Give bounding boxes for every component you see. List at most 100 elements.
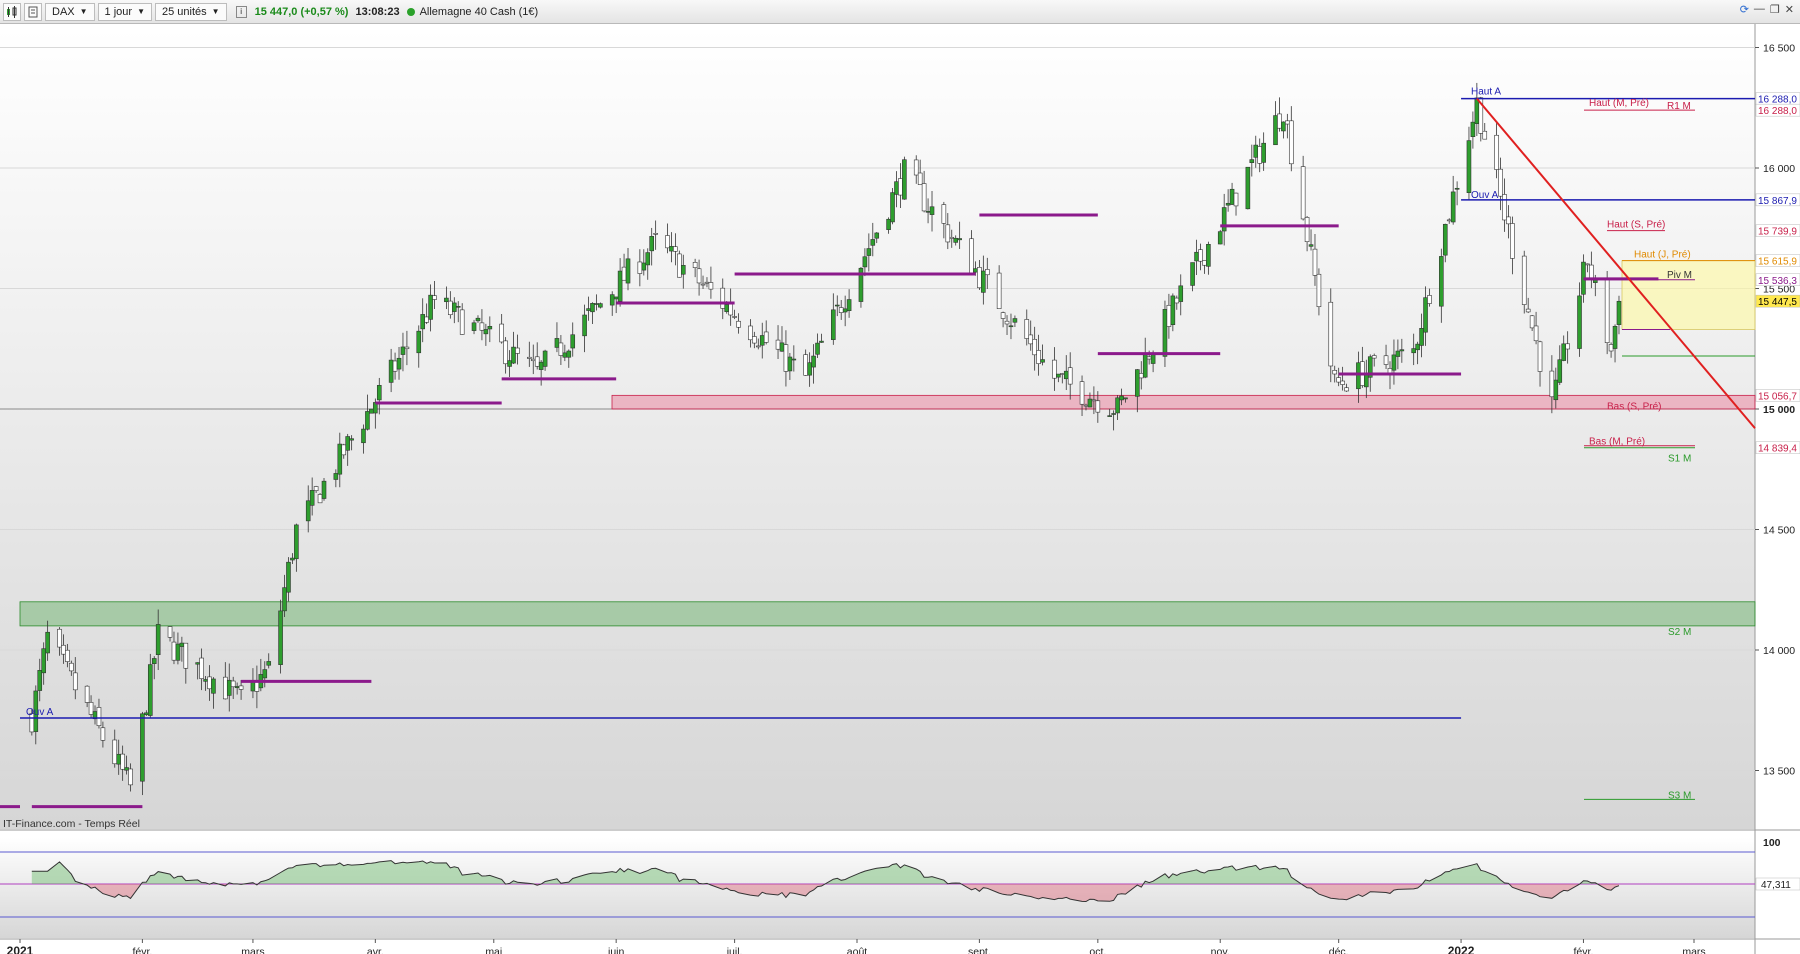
candle-body bbox=[1040, 359, 1045, 363]
candle-body bbox=[613, 296, 619, 300]
candle-body bbox=[641, 262, 647, 271]
settings-icon[interactable] bbox=[24, 2, 42, 21]
candle-body bbox=[282, 587, 287, 612]
candle-body bbox=[625, 258, 631, 284]
candle-body bbox=[1083, 404, 1089, 407]
market-open-indicator bbox=[406, 7, 415, 16]
minimize-icon[interactable]: — bbox=[1754, 3, 1765, 16]
last-price: 15 447,0 bbox=[254, 5, 298, 18]
candle-body bbox=[649, 236, 654, 252]
candle-body bbox=[1565, 343, 1570, 350]
close-icon[interactable]: ✕ bbox=[1785, 3, 1794, 16]
chart-type-icon[interactable] bbox=[3, 2, 21, 21]
candle-body bbox=[1304, 217, 1310, 243]
candle-body bbox=[791, 358, 797, 361]
price-change: (+0,57 %) bbox=[300, 5, 349, 18]
candle-body bbox=[286, 561, 291, 593]
sync-icon[interactable]: ⟳ bbox=[1740, 3, 1749, 16]
y-tick-label: 15 000 bbox=[1763, 404, 1795, 416]
candle-body bbox=[416, 330, 422, 354]
candle-body bbox=[1056, 373, 1061, 378]
candle-body bbox=[981, 270, 986, 293]
candle-body bbox=[1612, 325, 1618, 349]
candle-body bbox=[831, 309, 836, 340]
candle-body bbox=[1419, 328, 1424, 346]
candle-body bbox=[140, 713, 145, 782]
candle-body bbox=[803, 354, 808, 376]
candle-body bbox=[424, 316, 429, 323]
candle-body bbox=[886, 218, 891, 230]
candle-body bbox=[542, 350, 548, 367]
candle-body bbox=[1308, 244, 1314, 247]
candle-body bbox=[890, 192, 895, 223]
window-controls: ⟳ — ❐ ✕ bbox=[1740, 3, 1794, 16]
instrument-name: Allemagne 40 Cash (1€) bbox=[419, 5, 539, 18]
candle-body bbox=[483, 329, 489, 335]
x-tick-label: oct. bbox=[1089, 946, 1106, 954]
candle-body bbox=[238, 685, 244, 690]
candle-body bbox=[708, 282, 714, 290]
candle-body bbox=[1391, 354, 1397, 371]
candle-body bbox=[1087, 398, 1093, 408]
rsi-value-label: 47,311 bbox=[1761, 880, 1791, 891]
candle-body bbox=[720, 287, 726, 309]
candle-body bbox=[503, 340, 508, 365]
candle-body bbox=[211, 678, 216, 694]
level-annotation: Bas (M, Pré) bbox=[1589, 437, 1645, 448]
x-tick-label: 2021 bbox=[7, 944, 34, 954]
candle-body bbox=[479, 322, 485, 331]
candle-body bbox=[530, 358, 536, 362]
candle-body bbox=[65, 649, 70, 662]
candle-body bbox=[432, 295, 437, 300]
candle-body bbox=[448, 300, 453, 316]
candle-body bbox=[1107, 415, 1112, 417]
candle-body bbox=[1257, 146, 1263, 164]
candle-body bbox=[128, 768, 133, 786]
price-chart[interactable]: 16 50016 00015 50015 00014 50014 00013 5… bbox=[0, 24, 1800, 954]
interval-select[interactable]: 1 jour ▼ bbox=[97, 2, 152, 21]
candle-body bbox=[147, 664, 153, 716]
candle-body bbox=[1423, 297, 1428, 333]
candle-body bbox=[953, 237, 959, 243]
candle-body bbox=[455, 306, 461, 308]
candle-body bbox=[1439, 256, 1444, 307]
x-tick-label: déc. bbox=[1329, 946, 1349, 954]
candle-body bbox=[1000, 312, 1006, 319]
candle-body bbox=[151, 658, 157, 664]
restore-icon[interactable]: ❐ bbox=[1770, 3, 1780, 16]
x-tick-label: févr. bbox=[1574, 946, 1594, 954]
candle-body bbox=[984, 269, 990, 276]
candle-body bbox=[1525, 308, 1531, 313]
candle-body bbox=[1577, 295, 1582, 349]
candle-body bbox=[925, 211, 931, 213]
candle-body bbox=[499, 323, 504, 343]
candle-body bbox=[1261, 142, 1266, 163]
units-select[interactable]: 25 unités ▼ bbox=[155, 2, 227, 21]
x-tick-label: juin bbox=[607, 946, 625, 954]
price-label: 14 839,4 bbox=[1758, 444, 1797, 455]
x-tick-label: juil. bbox=[726, 946, 743, 954]
candle-body bbox=[787, 356, 793, 372]
candle-body bbox=[451, 302, 457, 312]
candle-body bbox=[1138, 373, 1144, 379]
candle-body bbox=[870, 239, 876, 246]
candle-body bbox=[1300, 166, 1306, 220]
info-icon[interactable]: i bbox=[235, 5, 247, 18]
candle-body bbox=[278, 610, 283, 665]
candle-body bbox=[84, 685, 90, 703]
candle-body bbox=[262, 669, 268, 679]
candle-body bbox=[1146, 356, 1152, 360]
candle-body bbox=[1383, 355, 1389, 365]
candle-body bbox=[345, 436, 350, 451]
candle-body bbox=[1063, 370, 1069, 380]
symbol-select[interactable]: DAX ▼ bbox=[45, 2, 95, 21]
candle-body bbox=[317, 494, 323, 504]
candle-body bbox=[996, 272, 1002, 310]
candle-body bbox=[100, 727, 106, 741]
candle-body bbox=[404, 346, 410, 350]
candle-body bbox=[582, 314, 587, 337]
candle-body bbox=[69, 662, 74, 672]
candle-body bbox=[1340, 380, 1345, 385]
candle-body bbox=[266, 661, 272, 666]
candle-body bbox=[894, 181, 899, 195]
